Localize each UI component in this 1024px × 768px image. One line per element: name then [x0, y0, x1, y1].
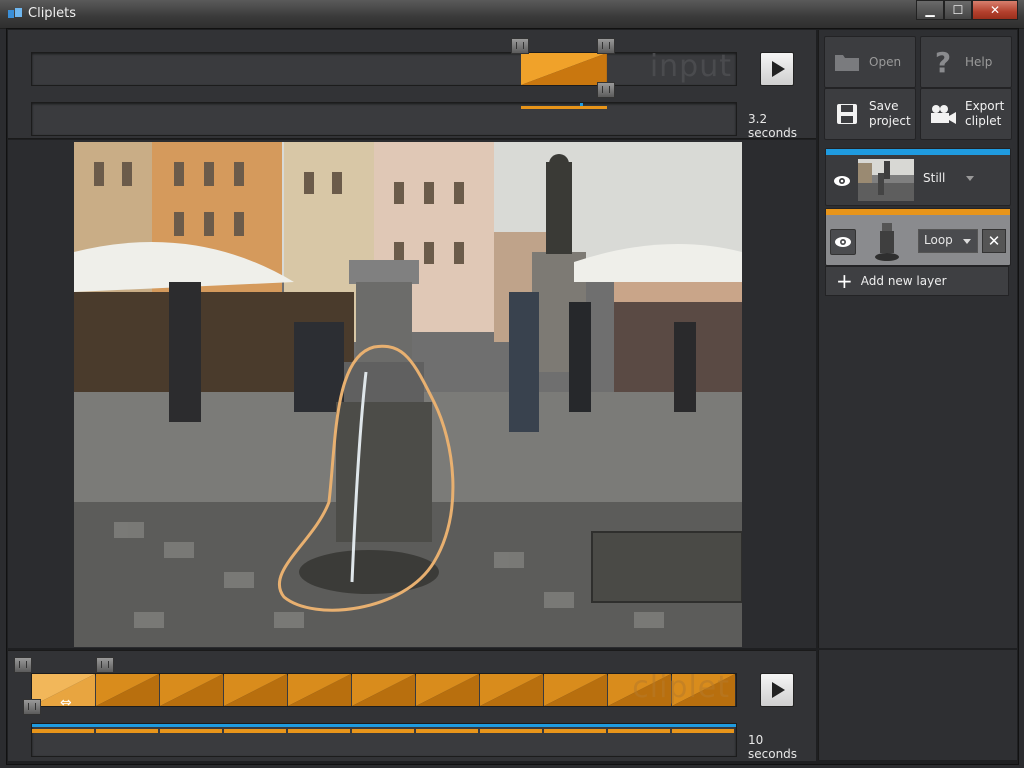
cliplet-playhead-handle[interactable] — [23, 699, 41, 715]
input-range-track — [31, 102, 737, 136]
chevron-down-icon — [963, 239, 971, 244]
cliplet-segments — [32, 674, 736, 706]
add-new-layer-button[interactable]: + Add new layer — [825, 266, 1009, 296]
app-icon — [8, 8, 22, 20]
cliplet-watermark: cliplet — [632, 670, 730, 705]
maximize-button[interactable]: ☐ — [944, 0, 972, 20]
cliplet-orange-bar — [608, 729, 670, 733]
cliplet-segment — [288, 674, 351, 706]
video-frame[interactable] — [74, 142, 742, 647]
input-timeline-panel: input 3.2 seconds — [8, 30, 816, 140]
input-play-button[interactable] — [760, 52, 794, 86]
cliplet-orange-bar — [416, 729, 478, 733]
chevron-down-icon[interactable] — [966, 176, 974, 181]
input-end-handle[interactable] — [597, 38, 616, 54]
cliplet-end-handle[interactable] — [96, 657, 114, 673]
layer-visibility-button[interactable] — [830, 169, 854, 193]
layer-color-bar — [826, 209, 1010, 215]
cliplet-segment — [480, 674, 543, 706]
folder-icon — [831, 52, 863, 72]
layer-mode-label[interactable]: Still — [923, 171, 945, 185]
cliplet-orange-bar — [160, 729, 222, 733]
help-button[interactable]: ? Help — [920, 36, 1012, 88]
cliplet-orange-bar — [288, 729, 350, 733]
help-label: Help — [965, 54, 993, 69]
input-watermark: input — [649, 49, 732, 84]
delete-layer-button[interactable]: ✕ — [982, 229, 1006, 253]
save-disk-icon — [831, 103, 863, 125]
cliplet-orange-bar — [480, 729, 542, 733]
layer-mode-dropdown[interactable]: Loop — [918, 229, 978, 253]
export-cliplet-label: Export cliplet — [965, 99, 1005, 128]
cliplet-orange-bar — [352, 729, 414, 733]
cliplet-orange-bar — [544, 729, 606, 733]
layer-background[interactable]: Still — [825, 148, 1011, 206]
cliplet-orange-bar — [224, 729, 286, 733]
cliplet-segment — [160, 674, 223, 706]
title-bar: Cliplets ▁ ☐ ✕ — [0, 0, 1024, 29]
cliplet-segment — [416, 674, 479, 706]
save-project-button[interactable]: Save project — [824, 88, 916, 140]
save-project-label: Save project — [869, 99, 911, 128]
cliplet-range-track — [31, 723, 737, 757]
layer-visibility-button[interactable] — [830, 229, 856, 255]
layer-color-bar — [826, 149, 1010, 155]
input-timeline-track[interactable]: input — [31, 49, 737, 86]
cliplet-segment — [96, 674, 159, 706]
eye-icon — [835, 237, 851, 247]
layer-thumbnail — [870, 219, 904, 263]
cliplet-segment — [544, 674, 607, 706]
cliplet-segment — [224, 674, 287, 706]
cliplet-orange-bar — [32, 729, 94, 733]
question-mark-icon: ? — [934, 45, 952, 79]
layer-mode-label: Loop — [924, 233, 953, 247]
minimize-button[interactable]: ▁ — [916, 0, 944, 20]
eye-icon — [834, 176, 850, 186]
input-range-bar — [521, 106, 608, 109]
cliplet-timeline-track[interactable]: cliplet — [31, 670, 737, 707]
cliplet-orange-bar — [672, 729, 734, 733]
bottom-right-panel — [818, 650, 1017, 760]
cliplet-segment — [352, 674, 415, 706]
right-panel: Open ? Help Save project Export cliplet — [818, 30, 1017, 648]
open-label: Open — [869, 54, 902, 69]
input-duration-label: 3.2 seconds — [748, 112, 798, 140]
cliplet-orange-bars — [32, 729, 736, 733]
layer-thumbnail — [858, 159, 914, 201]
close-window-button[interactable]: ✕ — [972, 0, 1018, 20]
input-playhead-handle[interactable] — [597, 82, 616, 98]
resize-cursor-icon: ⇔ — [60, 695, 72, 711]
plus-icon: + — [836, 269, 853, 293]
cliplet-start-handle[interactable] — [14, 657, 32, 673]
window-title: Cliplets — [28, 6, 77, 21]
input-selection-block[interactable] — [521, 53, 608, 85]
window-controls: ▁ ☐ ✕ — [916, 0, 1018, 20]
cliplet-orange-bar — [96, 729, 158, 733]
video-preview-area — [8, 140, 816, 648]
cliplet-duration-label: 10 seconds — [748, 733, 798, 761]
add-layer-label: Add new layer — [860, 274, 947, 288]
cliplet-blue-bar — [32, 724, 736, 727]
cliplet-timeline-panel: cliplet ⇔ 10 seconds — [8, 650, 816, 761]
layer-fountain[interactable]: Loop ✕ — [825, 208, 1011, 266]
open-button[interactable]: Open — [824, 36, 916, 88]
export-cliplet-button[interactable]: Export cliplet — [920, 88, 1012, 140]
input-start-handle[interactable] — [511, 38, 530, 54]
input-playhead-marker — [580, 103, 584, 106]
video-camera-icon — [927, 103, 959, 125]
cliplet-play-button[interactable] — [760, 673, 794, 707]
